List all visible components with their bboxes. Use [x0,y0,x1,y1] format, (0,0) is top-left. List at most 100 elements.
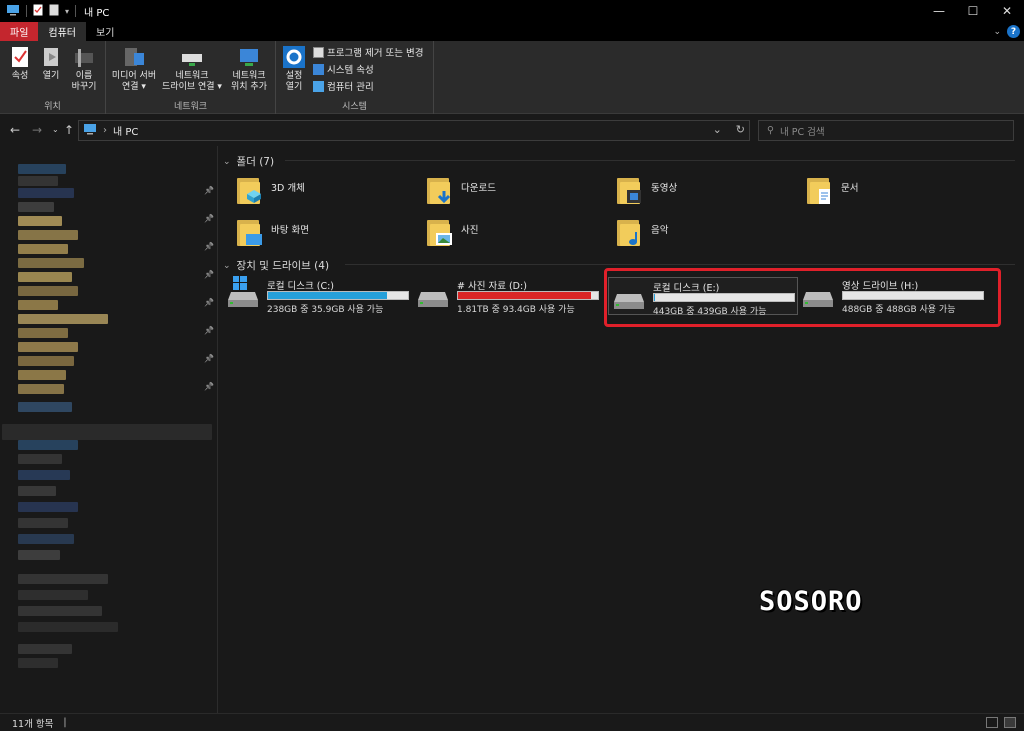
sidebar-item[interactable] [2,424,212,440]
sidebar-item[interactable] [18,244,68,254]
sidebar-item[interactable] [18,342,78,352]
sidebar-item[interactable] [18,644,72,654]
sidebar-item[interactable] [18,164,66,174]
windows-logo-icon [233,276,247,290]
open-icon [39,45,63,69]
chevron-down-icon[interactable]: ⌄ [993,27,1001,37]
minimize-button[interactable]: — [922,0,956,22]
sidebar-item[interactable] [18,272,72,282]
address-dropdown-icon[interactable]: ⌄ [713,123,722,136]
sidebar-item[interactable] [18,176,58,186]
recent-dropdown-icon[interactable]: ⌄ [52,125,59,134]
sidebar-item[interactable] [18,658,58,668]
pc-icon [6,4,20,19]
navigation-pane[interactable]: 📌 📌 📌 📌 📌 📌 📌 📌 [0,146,218,713]
computer-management-label: 컴퓨터 관리 [327,82,374,93]
new-folder-quick-icon[interactable] [49,4,59,19]
sidebar-item[interactable] [18,202,54,212]
forward-arrow-icon[interactable]: → [32,123,42,137]
folder-item[interactable]: 음악 [617,218,797,254]
sidebar-item[interactable] [18,574,108,584]
sidebar-item[interactable] [18,486,56,496]
sidebar-item[interactable] [18,622,118,632]
folder-item[interactable]: 동영상 [617,176,797,212]
folder-item[interactable]: 사진 [427,218,607,254]
pin-icon[interactable]: 📌 [204,270,214,279]
folder-icon [617,176,643,206]
tab-computer[interactable]: 컴퓨터 [38,22,87,41]
pin-icon[interactable]: 📌 [204,186,214,195]
sidebar-item[interactable] [18,230,78,240]
folder-item[interactable]: 바탕 화면 [237,218,417,254]
tab-view[interactable]: 보기 [86,22,124,41]
sidebar-item[interactable] [18,286,78,296]
drives-section-header[interactable]: ⌄ 장치 및 드라이브 (4) [223,258,329,273]
sidebar-item[interactable] [18,356,74,366]
details-view-icon[interactable] [986,717,998,728]
uninstall-program-button[interactable]: 프로그램 제거 또는 변경 [313,45,423,59]
sidebar-item[interactable] [18,470,70,480]
settings-label-1: 설정 [285,71,303,81]
sidebar-item[interactable] [18,606,102,616]
search-input[interactable]: ⚲ 내 PC 검색 [758,120,1014,141]
properties-quick-icon[interactable] [33,4,43,19]
separator: | [63,717,67,728]
large-icons-view-icon[interactable] [1004,717,1016,728]
gear-icon [282,45,306,69]
pin-icon[interactable]: 📌 [204,298,214,307]
media-server-button[interactable]: 미디어 서버 연결 ▾ [108,45,160,93]
folder-item[interactable]: 문서 [807,176,987,212]
media-server-label-1: 미디어 서버 [111,71,157,81]
sidebar-item[interactable] [18,328,68,338]
watermark: SOSORO [759,586,863,617]
pin-icon[interactable]: 📌 [204,214,214,223]
sidebar-item[interactable] [18,534,74,544]
sidebar-item[interactable] [18,216,62,226]
map-network-drive-button[interactable]: 네트워크 드라이브 연결 ▾ [160,45,224,93]
properties-button[interactable]: 속성 [6,45,34,82]
sidebar-item[interactable] [18,188,74,198]
system-properties-button[interactable]: 시스템 속성 [313,62,423,76]
pin-icon[interactable]: 📌 [204,326,214,335]
drive-usage-bar [457,291,599,300]
settings-label-2: 열기 [285,82,303,92]
sidebar-item[interactable] [18,550,60,560]
network-location-icon [237,45,261,69]
folders-section-header[interactable]: ⌄ 폴더 (7) [223,154,274,169]
pin-icon[interactable]: 📌 [204,354,214,363]
map-drive-label-1: 네트워크 [175,71,209,81]
sidebar-item[interactable] [18,590,88,600]
maximize-button[interactable]: ☐ [956,0,990,22]
drive-item[interactable]: # 사진 자료 (D:) 1.81TB 중 93.4GB 사용 가능 [413,276,603,315]
open-settings-button[interactable]: 설정 열기 [280,45,308,93]
open-button[interactable]: 열기 [38,45,64,82]
sidebar-item[interactable] [18,258,84,268]
up-arrow-icon[interactable]: ↑ [64,123,74,137]
rename-button[interactable]: 이름 바꾸기 [68,45,100,93]
folder-item[interactable]: 3D 개체 [237,176,417,212]
sidebar-item[interactable] [18,384,64,394]
folder-item[interactable]: 다운로드 [427,176,607,212]
back-arrow-icon[interactable]: ← [10,123,20,137]
sidebar-item[interactable] [18,370,66,380]
sidebar-item[interactable] [18,314,108,324]
map-drive-label-2: 드라이브 연결 ▾ [162,82,222,92]
add-network-location-button[interactable]: 네트워크 위치 추가 [224,45,274,93]
address-bar[interactable]: › 내 PC ⌄ ↻ [78,120,750,141]
sidebar-item[interactable] [18,502,78,512]
refresh-icon[interactable]: ↻ [736,123,745,136]
sidebar-item[interactable] [18,402,72,412]
breadcrumb[interactable]: 내 PC [113,123,138,138]
sidebar-item[interactable] [18,440,78,450]
tab-file[interactable]: 파일 [0,22,39,41]
sidebar-item[interactable] [18,518,68,528]
pin-icon[interactable]: 📌 [204,242,214,251]
drive-item[interactable]: 로컬 디스크 (C:) 238GB 중 35.9GB 사용 가능 [223,276,413,315]
close-button[interactable]: ✕ [990,0,1024,22]
help-icon[interactable]: ? [1007,25,1020,38]
pin-icon[interactable]: 📌 [204,382,214,391]
sidebar-item[interactable] [18,454,62,464]
computer-management-button[interactable]: 컴퓨터 관리 [313,79,423,93]
quick-access-dropdown-icon[interactable]: ▾ [65,7,69,16]
sidebar-item[interactable] [18,300,58,310]
